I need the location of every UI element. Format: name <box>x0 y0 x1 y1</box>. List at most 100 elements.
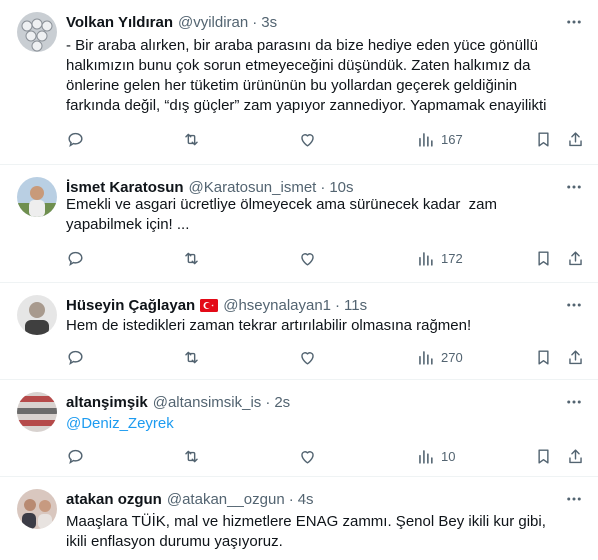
retweet-button[interactable] <box>182 446 201 466</box>
avatar[interactable] <box>17 392 57 432</box>
tweet-text: - Bir araba alırken, bir araba parasını … <box>66 37 547 114</box>
more-options-icon[interactable] <box>564 295 584 315</box>
avatar[interactable] <box>17 489 57 529</box>
bookmark-button[interactable] <box>534 347 553 367</box>
more-options-icon[interactable] <box>564 12 584 32</box>
bookmark-icon <box>538 448 549 464</box>
retweet-button[interactable] <box>182 129 201 149</box>
tweet-text: Maaşlara TÜİK, mal ve hizmetlere ENAG za… <box>66 513 551 550</box>
more-options-icon[interactable] <box>564 392 584 412</box>
tweet[interactable]: İsmet Karatosun @Karatosun_ismet · 10s E… <box>0 165 598 283</box>
views-count: 172 <box>441 250 463 266</box>
bookmark-icon <box>538 349 549 365</box>
retweet-icon <box>185 450 198 462</box>
separator-dot: · <box>265 393 271 411</box>
tweet[interactable]: Hüseyin Çağlayan @hseynalayan1 · 11s Hem… <box>0 283 598 380</box>
bookmark-button[interactable] <box>534 446 553 466</box>
tweet-header: altanşimşik @altansimsik_is · 2s <box>66 392 290 412</box>
analytics-icon <box>419 251 433 266</box>
user-handle[interactable]: @Karatosun_ismet <box>189 179 317 196</box>
bookmark-button[interactable] <box>534 248 553 268</box>
views-count: 167 <box>441 131 463 147</box>
retweet-button[interactable] <box>182 347 201 367</box>
display-name[interactable]: İsmet Karatosun <box>66 179 184 196</box>
more-options-icon[interactable] <box>564 489 584 509</box>
bookmark-icon <box>538 131 549 147</box>
turkey-flag-icon <box>200 298 219 312</box>
reply-button[interactable] <box>66 446 85 466</box>
share-button[interactable] <box>566 248 585 268</box>
tweet-header: Volkan Yıldıran @vyildiran · 3s <box>66 12 277 32</box>
tweet-actions: 10 <box>66 446 586 466</box>
views-button[interactable]: 10 <box>416 446 455 466</box>
tweet-actions: 270 <box>66 347 586 367</box>
heart-icon <box>301 133 314 147</box>
retweet-icon <box>185 252 198 264</box>
share-icon <box>569 448 582 463</box>
display-name[interactable]: Hüseyin Çağlayan <box>66 297 195 314</box>
retweet-icon <box>185 133 198 145</box>
like-button[interactable] <box>298 248 317 268</box>
share-button[interactable] <box>566 347 585 367</box>
reply-button[interactable] <box>66 248 85 268</box>
reply-icon <box>68 350 83 365</box>
display-name[interactable]: Volkan Yıldıran <box>66 14 173 31</box>
reply-icon <box>68 132 83 147</box>
heart-icon <box>301 351 314 365</box>
reply-button[interactable] <box>66 129 85 149</box>
tweet-header: Hüseyin Çağlayan @hseynalayan1 · 11s <box>66 295 367 315</box>
tweet-header: İsmet Karatosun @Karatosun_ismet · 10s <box>66 177 354 197</box>
reply-icon <box>68 251 83 266</box>
views-button[interactable]: 167 <box>416 129 463 149</box>
tweet-actions: 167 <box>66 129 586 149</box>
share-icon <box>569 250 582 265</box>
separator-dot: · <box>335 296 341 314</box>
separator-dot: · <box>320 178 326 196</box>
avatar[interactable] <box>17 295 57 335</box>
timestamp[interactable]: 3s <box>261 14 277 31</box>
views-button[interactable]: 172 <box>416 248 463 268</box>
share-button[interactable] <box>566 129 585 149</box>
views-count: 10 <box>441 448 456 464</box>
views-count: 270 <box>441 349 463 365</box>
timestamp[interactable]: 11s <box>344 297 367 314</box>
reply-icon <box>68 449 83 464</box>
tweet[interactable]: Volkan Yıldıran @vyildiran · 3s - Bir ar… <box>0 0 598 165</box>
retweet-icon <box>185 351 198 363</box>
display-name[interactable]: altanşimşik <box>66 394 148 411</box>
user-handle[interactable]: @vyildiran <box>178 14 248 31</box>
tweet[interactable]: atakan ozgun @atakan__ozgun · 4s Maaşlar… <box>0 477 598 560</box>
tweet-header: atakan ozgun @atakan__ozgun · 4s <box>66 489 314 509</box>
analytics-icon <box>419 132 433 147</box>
user-handle[interactable]: @atakan__ozgun <box>167 491 285 508</box>
like-button[interactable] <box>298 446 317 466</box>
like-button[interactable] <box>298 347 317 367</box>
analytics-icon <box>419 449 433 464</box>
avatar[interactable] <box>17 12 57 52</box>
share-button[interactable] <box>566 446 585 466</box>
bookmark-icon <box>538 250 549 266</box>
mention-link[interactable]: @Deniz_Zeyrek <box>66 414 174 434</box>
separator-dot: · <box>252 13 258 31</box>
bookmark-button[interactable] <box>534 129 553 149</box>
avatar[interactable] <box>17 177 57 217</box>
timestamp[interactable]: 10s <box>329 179 353 196</box>
views-button[interactable]: 270 <box>416 347 463 367</box>
tweet[interactable]: altanşimşik @altansimsik_is · 2s @Deniz_… <box>0 380 598 477</box>
analytics-icon <box>419 350 433 365</box>
display-name[interactable]: atakan ozgun <box>66 491 162 508</box>
tweet-actions: 172 <box>66 248 586 268</box>
reply-button[interactable] <box>66 347 85 367</box>
timestamp[interactable]: 2s <box>274 394 290 411</box>
user-handle[interactable]: @hseynalayan1 <box>223 297 331 314</box>
separator-dot: · <box>288 490 294 508</box>
share-icon <box>569 131 582 146</box>
timestamp[interactable]: 4s <box>298 491 314 508</box>
retweet-button[interactable] <box>182 248 201 268</box>
tweet-text: Hem de istedikleri zaman tekrar artırıla… <box>66 317 472 334</box>
tweet-text: Emekli ve asgari ücretliye ölmeyecek ama… <box>66 196 502 233</box>
like-button[interactable] <box>298 129 317 149</box>
user-handle[interactable]: @altansimsik_is <box>153 394 262 411</box>
share-icon <box>569 349 582 364</box>
more-options-icon[interactable] <box>564 177 584 197</box>
